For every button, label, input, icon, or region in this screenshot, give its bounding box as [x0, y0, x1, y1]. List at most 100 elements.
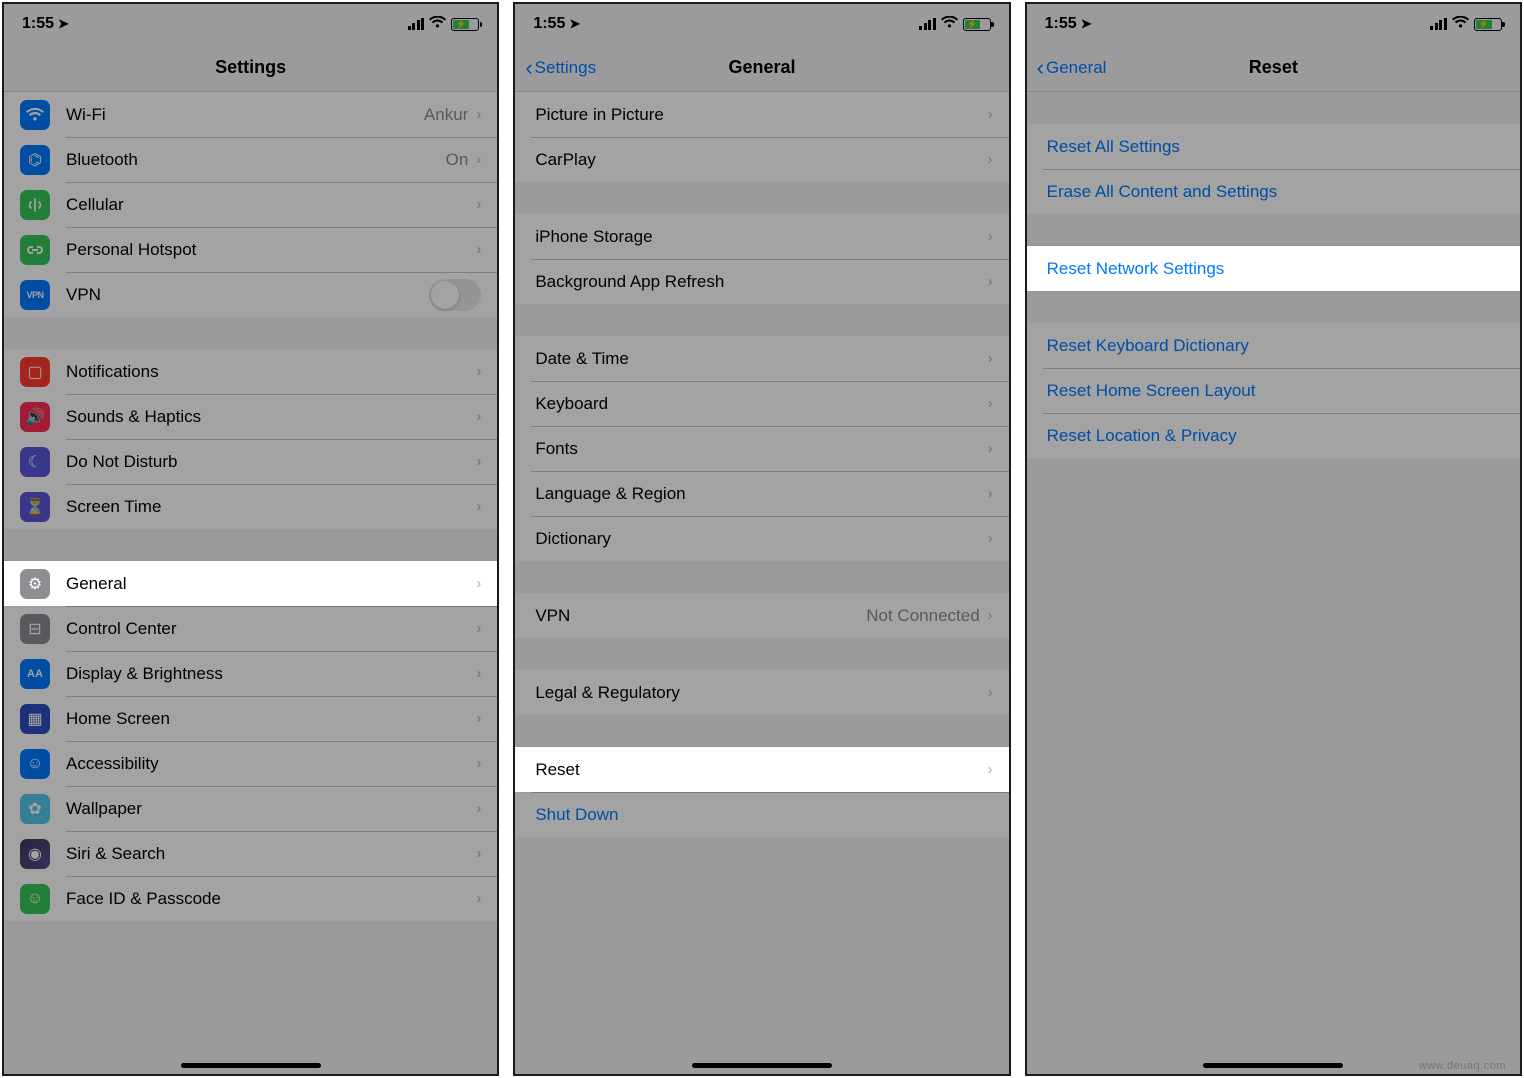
row-label: Cellular: [66, 195, 476, 215]
status-bar: 1:55 ➤ ⚡: [1027, 4, 1520, 44]
chevron-right-icon: ›: [988, 350, 993, 367]
row-carplay[interactable]: CarPlay ›: [515, 137, 1008, 182]
row-cellular[interactable]: Cellular ›: [4, 182, 497, 227]
row-face-id[interactable]: ☺ Face ID & Passcode ›: [4, 876, 497, 921]
chevron-right-icon: ›: [988, 273, 993, 290]
chevron-right-icon: ›: [988, 440, 993, 457]
row-background-app-refresh[interactable]: Background App Refresh ›: [515, 259, 1008, 304]
chevron-right-icon: ›: [988, 485, 993, 502]
chevron-right-icon: ›: [476, 196, 481, 213]
screen-general: 1:55 ➤ ⚡ ‹ Settings General Picture in P…: [513, 2, 1010, 1076]
chevron-right-icon: ›: [476, 890, 481, 907]
home-screen-icon: ▦: [20, 704, 50, 734]
row-label: Shut Down: [535, 805, 992, 825]
row-notifications[interactable]: ▢ Notifications ›: [4, 349, 497, 394]
row-reset-network-settings[interactable]: Reset Network Settings: [1027, 246, 1520, 291]
row-legal-regulatory[interactable]: Legal & Regulatory ›: [515, 670, 1008, 715]
row-shut-down[interactable]: Shut Down: [515, 792, 1008, 837]
screentime-icon: ⏳: [20, 492, 50, 522]
chevron-right-icon: ›: [476, 408, 481, 425]
row-label: Legal & Regulatory: [535, 683, 987, 703]
row-vpn[interactable]: VPN VPN: [4, 272, 497, 317]
row-label: Accessibility: [66, 754, 476, 774]
settings-list[interactable]: Wi-Fi Ankur › ⌬ Bluetooth On › Cellular …: [4, 92, 497, 1074]
row-date-time[interactable]: Date & Time ›: [515, 336, 1008, 381]
row-dictionary[interactable]: Dictionary ›: [515, 516, 1008, 561]
home-indicator[interactable]: [692, 1063, 832, 1068]
chevron-right-icon: ›: [476, 241, 481, 258]
vpn-icon: VPN: [20, 280, 50, 310]
row-label: iPhone Storage: [535, 227, 987, 247]
battery-icon: ⚡: [451, 18, 479, 31]
status-bar: 1:55 ➤ ⚡: [515, 4, 1008, 44]
row-label: Picture in Picture: [535, 105, 987, 125]
row-language-region[interactable]: Language & Region ›: [515, 471, 1008, 516]
home-indicator[interactable]: [1203, 1063, 1343, 1068]
row-picture-in-picture[interactable]: Picture in Picture ›: [515, 92, 1008, 137]
cellular-signal-icon: [408, 18, 425, 30]
row-label: Reset All Settings: [1047, 137, 1504, 157]
row-bluetooth[interactable]: ⌬ Bluetooth On ›: [4, 137, 497, 182]
nav-bar: Settings: [4, 44, 497, 92]
chevron-right-icon: ›: [476, 710, 481, 727]
chevron-right-icon: ›: [988, 151, 993, 168]
row-iphone-storage[interactable]: iPhone Storage ›: [515, 214, 1008, 259]
vpn-toggle[interactable]: [429, 279, 481, 311]
row-label: Fonts: [535, 439, 987, 459]
watermark: www.deuaq.com: [1419, 1060, 1506, 1072]
chevron-right-icon: ›: [988, 684, 993, 701]
row-label: Date & Time: [535, 349, 987, 369]
back-button[interactable]: ‹ General: [1037, 57, 1107, 79]
display-icon: AA: [20, 659, 50, 689]
row-home-screen[interactable]: ▦ Home Screen ›: [4, 696, 497, 741]
row-reset-home-screen-layout[interactable]: Reset Home Screen Layout: [1027, 368, 1520, 413]
chevron-right-icon: ›: [988, 395, 993, 412]
location-services-icon: ➤: [569, 16, 580, 32]
row-display-brightness[interactable]: AA Display & Brightness ›: [4, 651, 497, 696]
back-label: Settings: [535, 58, 596, 78]
row-label: Face ID & Passcode: [66, 889, 476, 909]
row-label: CarPlay: [535, 150, 987, 170]
reset-list[interactable]: Reset All Settings Erase All Content and…: [1027, 92, 1520, 1074]
chevron-right-icon: ›: [988, 228, 993, 245]
row-label: Home Screen: [66, 709, 476, 729]
location-services-icon: ➤: [58, 16, 69, 32]
chevron-right-icon: ›: [476, 106, 481, 123]
control-center-icon: ⊟: [20, 614, 50, 644]
row-label: Wallpaper: [66, 799, 476, 819]
row-vpn[interactable]: VPN Not Connected ›: [515, 593, 1008, 638]
row-reset-location-privacy[interactable]: Reset Location & Privacy: [1027, 413, 1520, 458]
row-wifi[interactable]: Wi-Fi Ankur ›: [4, 92, 497, 137]
row-sounds-haptics[interactable]: 🔊 Sounds & Haptics ›: [4, 394, 497, 439]
status-time: 1:55: [1045, 15, 1077, 33]
row-screen-time[interactable]: ⏳ Screen Time ›: [4, 484, 497, 529]
row-erase-all-content[interactable]: Erase All Content and Settings: [1027, 169, 1520, 214]
chevron-right-icon: ›: [476, 665, 481, 682]
back-button[interactable]: ‹ Settings: [525, 57, 596, 79]
row-label: Notifications: [66, 362, 476, 382]
row-fonts[interactable]: Fonts ›: [515, 426, 1008, 471]
row-reset-all-settings[interactable]: Reset All Settings: [1027, 124, 1520, 169]
row-label: Wi-Fi: [66, 105, 424, 125]
row-personal-hotspot[interactable]: Personal Hotspot ›: [4, 227, 497, 272]
row-accessibility[interactable]: ☺ Accessibility ›: [4, 741, 497, 786]
row-keyboard[interactable]: Keyboard ›: [515, 381, 1008, 426]
row-detail: Ankur: [424, 105, 468, 125]
row-reset-keyboard-dictionary[interactable]: Reset Keyboard Dictionary: [1027, 323, 1520, 368]
chevron-right-icon: ›: [476, 800, 481, 817]
chevron-left-icon: ‹: [1037, 57, 1044, 79]
row-control-center[interactable]: ⊟ Control Center ›: [4, 606, 497, 651]
home-indicator[interactable]: [181, 1063, 321, 1068]
row-wallpaper[interactable]: ✿ Wallpaper ›: [4, 786, 497, 831]
row-do-not-disturb[interactable]: ☾ Do Not Disturb ›: [4, 439, 497, 484]
row-general[interactable]: ⚙ General ›: [4, 561, 497, 606]
row-siri-search[interactable]: ◉ Siri & Search ›: [4, 831, 497, 876]
row-reset[interactable]: Reset ›: [515, 747, 1008, 792]
row-label: Reset Location & Privacy: [1047, 426, 1504, 446]
general-list[interactable]: Picture in Picture › CarPlay › iPhone St…: [515, 92, 1008, 1074]
bluetooth-icon: ⌬: [20, 145, 50, 175]
chevron-right-icon: ›: [476, 845, 481, 862]
row-label: VPN: [535, 606, 866, 626]
back-label: General: [1046, 58, 1106, 78]
chevron-right-icon: ›: [988, 530, 993, 547]
